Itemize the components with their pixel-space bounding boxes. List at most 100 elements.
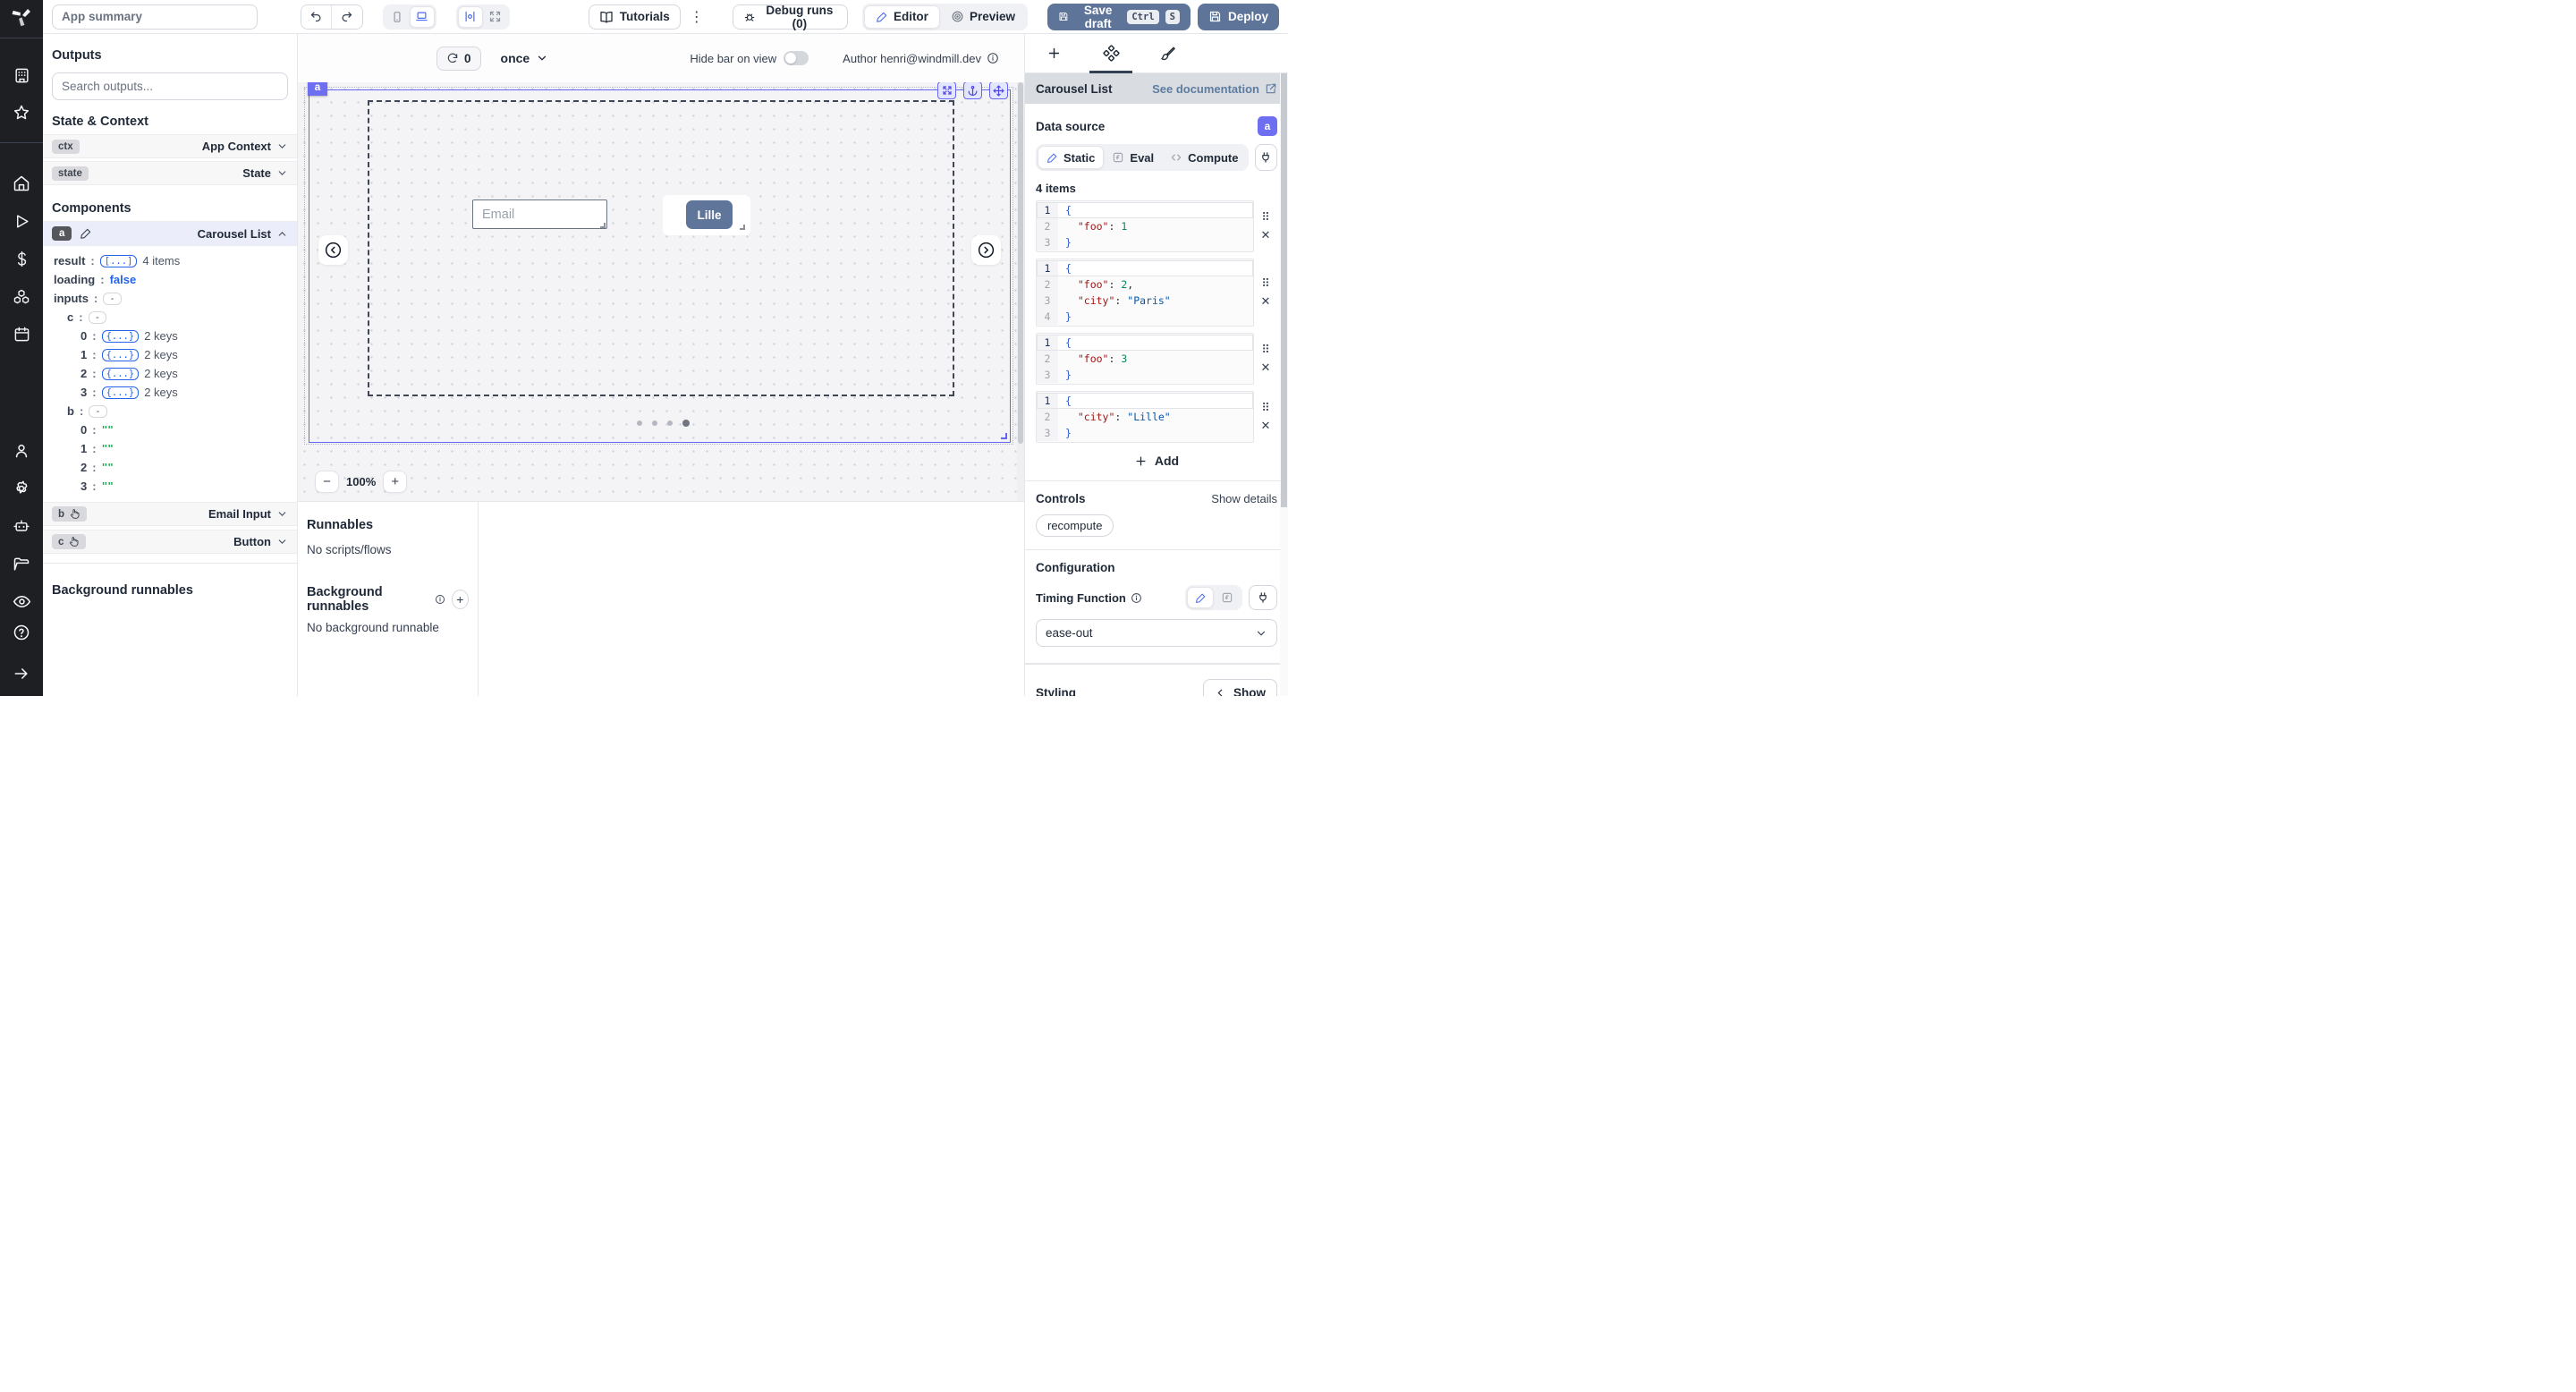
output-tree-row[interactable]: result:[...]4 items (43, 251, 297, 270)
output-tree-row[interactable]: loading:false (43, 270, 297, 289)
save-draft-button[interactable]: Save draft Ctrl S (1047, 4, 1191, 30)
add-item-button[interactable]: Add (1134, 454, 1179, 468)
mobile-view-icon[interactable] (385, 6, 410, 28)
output-tree-row[interactable]: 2:"" (43, 458, 297, 477)
search-outputs-input[interactable] (52, 72, 288, 100)
compute-mode-button[interactable]: Compute (1162, 146, 1246, 169)
output-tree-row[interactable]: 0:{...}2 keys (43, 327, 297, 345)
schedule-select[interactable]: once (501, 51, 549, 65)
ctx-row[interactable]: ctx App Context (43, 134, 297, 158)
tree-value-chip[interactable]: - (89, 311, 106, 324)
component-row-b[interactable]: b Email Input (43, 502, 297, 526)
debug-runs-button[interactable]: Debug runs (0) (733, 4, 848, 30)
timing-static-button[interactable] (1187, 587, 1214, 608)
resize-handle[interactable] (740, 225, 745, 230)
windmill-logo[interactable] (0, 0, 43, 32)
tab-styling-brush[interactable] (1140, 34, 1197, 72)
tree-value-chip[interactable]: {...} (102, 330, 140, 343)
tutorials-button[interactable]: Tutorials (589, 4, 681, 30)
canvas-scrollbar[interactable] (1017, 82, 1024, 501)
lille-button-component[interactable]: Lille (686, 200, 733, 229)
json-editor[interactable]: 1{2 "city": "Lille"3} (1036, 391, 1254, 443)
edit-pencil-icon[interactable] (80, 227, 92, 240)
output-tree-row[interactable]: 0:"" (43, 420, 297, 439)
selected-component-a[interactable]: a Lille (309, 89, 1011, 443)
see-documentation-link[interactable]: See documentation (1152, 82, 1277, 96)
output-tree-row[interactable]: c:- (43, 308, 297, 327)
hide-bar-toggle[interactable] (784, 51, 809, 65)
tree-value-chip[interactable]: {...} (102, 368, 140, 380)
connect-plug-button[interactable] (1255, 144, 1278, 171)
settings-gear-icon[interactable] (0, 473, 43, 504)
timing-plug-button[interactable] (1249, 585, 1277, 610)
delete-item-icon[interactable]: ✕ (1261, 361, 1271, 375)
schedules-icon[interactable] (0, 319, 43, 350)
output-tree-row[interactable]: b:- (43, 402, 297, 420)
show-details-link[interactable]: Show details (1211, 492, 1277, 505)
resize-handle[interactable] (600, 223, 606, 228)
carousel-dot[interactable] (637, 420, 642, 426)
output-tree-row[interactable]: 3:"" (43, 477, 297, 496)
add-background-runnable-button[interactable]: + (452, 590, 469, 609)
tree-value-chip[interactable]: {...} (102, 349, 140, 361)
tree-value-chip[interactable]: {...} (102, 386, 140, 399)
delete-item-icon[interactable]: ✕ (1261, 228, 1271, 242)
tab-insert-component[interactable] (1025, 34, 1082, 72)
state-row[interactable]: state State (43, 161, 297, 185)
tree-value-chip[interactable]: - (89, 405, 106, 418)
email-input-component[interactable] (472, 199, 607, 229)
styling-show-button[interactable]: Show (1203, 679, 1277, 696)
editor-tab[interactable]: Editor (864, 5, 940, 29)
drag-handle-icon[interactable]: ⠿ (1261, 402, 1270, 415)
user-icon[interactable] (0, 436, 43, 466)
output-tree-row[interactable]: 3:{...}2 keys (43, 383, 297, 402)
full-width-icon[interactable] (483, 6, 508, 28)
carousel-prev-button[interactable] (318, 235, 348, 265)
app-summary-input[interactable] (52, 4, 258, 30)
drag-handle-icon[interactable]: ⠿ (1261, 344, 1270, 357)
zoom-in-button[interactable]: + (383, 471, 407, 493)
more-menu-icon[interactable]: ⋮ (690, 8, 704, 26)
app-canvas[interactable]: a Lille (298, 82, 1017, 501)
json-editor[interactable]: 1{2 "foo": 33} (1036, 333, 1254, 385)
refresh-count-button[interactable]: 0 (436, 47, 481, 71)
deploy-button[interactable]: Deploy (1198, 4, 1279, 30)
undo-button[interactable] (301, 5, 332, 29)
expand-sidebar-icon[interactable] (0, 658, 43, 689)
timing-eval-button[interactable] (1214, 587, 1241, 608)
tree-value-chip[interactable]: - (103, 293, 121, 305)
variables-icon[interactable] (0, 244, 43, 275)
delete-item-icon[interactable]: ✕ (1261, 419, 1271, 433)
resources-icon[interactable] (0, 282, 43, 312)
component-row-a[interactable]: a Carousel List (43, 221, 297, 246)
workers-robot-icon[interactable] (0, 511, 43, 541)
tab-component-settings[interactable] (1082, 34, 1140, 72)
carousel-next-button[interactable] (971, 235, 1001, 265)
desktop-view-icon[interactable] (410, 6, 435, 28)
workspace-icon[interactable] (0, 60, 43, 90)
output-tree-row[interactable]: 2:{...}2 keys (43, 364, 297, 383)
zoom-out-button[interactable]: − (315, 471, 339, 493)
static-mode-button[interactable]: Static (1038, 146, 1104, 169)
drag-handle-icon[interactable]: ⠿ (1261, 211, 1270, 225)
json-editor[interactable]: 1{2 "foo": 13} (1036, 200, 1254, 252)
output-tree-row[interactable]: 1:{...}2 keys (43, 345, 297, 364)
preview-tab[interactable]: Preview (940, 5, 1026, 29)
component-row-c[interactable]: c Button (43, 530, 297, 554)
expand-component-button[interactable] (937, 82, 956, 99)
output-tree-row[interactable]: 1:"" (43, 439, 297, 458)
favorites-star-icon[interactable] (0, 98, 43, 128)
output-tree-row[interactable]: inputs:- (43, 289, 297, 308)
carousel-dot[interactable] (652, 420, 657, 426)
json-editor[interactable]: 1{2 "foo": 2,3 "city": "Paris"4} (1036, 259, 1254, 327)
help-icon[interactable] (0, 617, 43, 648)
drag-handle-icon[interactable]: ⠿ (1261, 277, 1270, 291)
carousel-dot[interactable] (667, 420, 673, 426)
settings-scrollbar[interactable] (1280, 73, 1288, 696)
tree-value-chip[interactable]: [...] (100, 255, 138, 267)
anchor-component-button[interactable] (963, 82, 982, 99)
carousel-dot-active[interactable] (682, 420, 690, 427)
home-icon[interactable] (0, 168, 43, 199)
redo-button[interactable] (332, 5, 362, 29)
timing-function-select[interactable]: ease-out (1036, 619, 1277, 647)
